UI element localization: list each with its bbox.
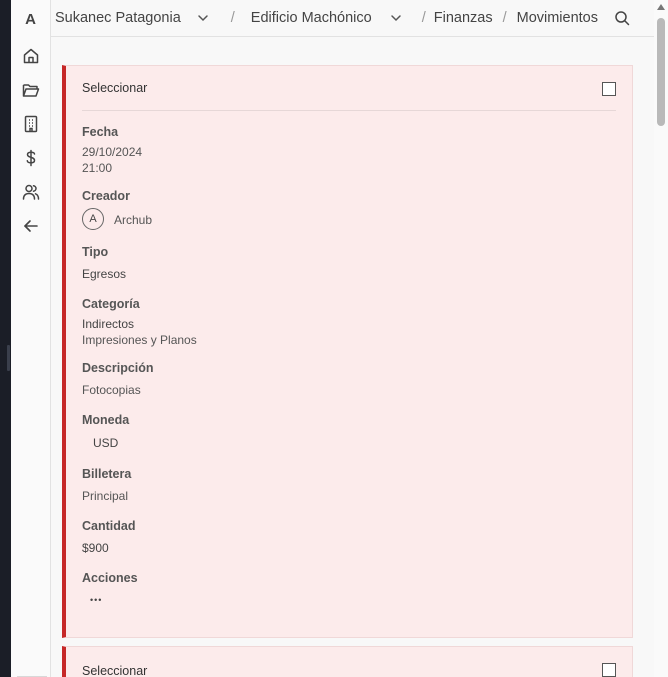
tipo-value: Egresos — [82, 267, 127, 281]
acciones-label: Acciones — [82, 571, 138, 585]
search-icon[interactable] — [614, 10, 630, 26]
fecha-label: Fecha — [82, 125, 119, 139]
fecha-date: 29/10/2024 — [82, 145, 143, 159]
breadcrumb: Sukanec Patagonia / Edificio Machónico /… — [51, 0, 668, 37]
select-checkbox[interactable] — [602, 82, 616, 96]
movement-card: Seleccionar — [62, 646, 633, 677]
sidebar: A — [11, 0, 51, 677]
avatar: A — [82, 208, 104, 230]
billetera-label: Billetera — [82, 467, 132, 481]
creador-name: Archub — [114, 213, 153, 227]
app-logo[interactable]: A — [11, 4, 50, 34]
more-actions-button[interactable]: ••• — [90, 595, 102, 605]
movement-card: Seleccionar Fecha 29/10/2024 21:00 Cread… — [62, 65, 633, 638]
scrollbar[interactable] — [654, 0, 668, 677]
categoria-label: Categoría — [82, 297, 140, 311]
folder-icon[interactable] — [20, 79, 42, 101]
breadcrumb-separator: / — [502, 10, 507, 26]
creador-label: Creador — [82, 189, 130, 203]
building-icon[interactable] — [20, 113, 42, 135]
cantidad-value: $900 — [82, 541, 109, 555]
moneda-label: Moneda — [82, 413, 130, 427]
categoria-sub: Impresiones y Planos — [82, 333, 197, 347]
breadcrumb-org[interactable]: Sukanec Patagonia — [55, 10, 181, 26]
select-label: Seleccionar — [82, 664, 148, 677]
window-edge — [0, 0, 11, 677]
app-window: A Sukanec Patagonia / Edificio Machónico — [11, 0, 668, 677]
breadcrumb-page: Movimientos — [516, 10, 598, 26]
billetera-value: Principal — [82, 489, 129, 503]
select-row: Seleccionar — [82, 647, 616, 677]
select-label: Seleccionar — [82, 81, 148, 95]
tipo-label: Tipo — [82, 245, 109, 259]
descripcion-label: Descripción — [82, 361, 154, 375]
breadcrumb-project[interactable]: Edificio Machónico — [251, 10, 372, 26]
scroll-up-arrow-icon[interactable] — [657, 4, 665, 10]
breadcrumb-separator: / — [230, 10, 235, 26]
descripcion-value: Fotocopias — [82, 383, 141, 397]
fecha-time: 21:00 — [82, 161, 113, 175]
chevron-down-icon[interactable] — [390, 12, 402, 24]
breadcrumb-section[interactable]: Finanzas — [434, 10, 493, 26]
cantidad-label: Cantidad — [82, 519, 136, 533]
resize-grip[interactable] — [7, 345, 10, 371]
users-icon[interactable] — [20, 181, 42, 203]
home-icon[interactable] — [20, 45, 42, 67]
select-checkbox[interactable] — [602, 663, 616, 677]
dollar-icon[interactable] — [20, 147, 42, 169]
arrow-left-icon[interactable] — [20, 215, 42, 237]
categoria-main: Indirectos — [82, 317, 135, 331]
select-row: Seleccionar — [82, 66, 616, 111]
breadcrumb-separator: / — [421, 10, 426, 26]
moneda-value: USD — [93, 436, 119, 450]
scrollbar-thumb[interactable] — [657, 18, 665, 126]
chevron-down-icon[interactable] — [197, 12, 209, 24]
